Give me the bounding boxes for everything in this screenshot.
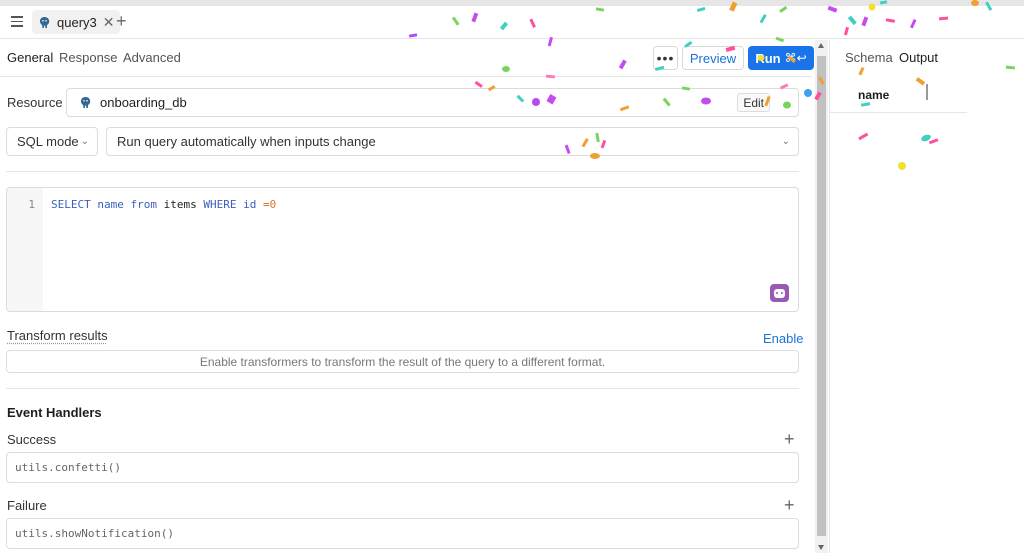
sql-mode-select[interactable]: SQL mode ⌄ [6,127,98,156]
tab-schema[interactable]: Schema [845,50,893,65]
chevron-down-icon: ⌄ [80,136,89,147]
postgres-elephant-icon [79,96,92,109]
results-panel: Schema Output name [829,40,1024,553]
success-handler-value: utils.confetti() [15,461,121,474]
sql-code-line[interactable]: SELECT name from items WHERE id =0 [51,198,276,211]
sql-keyword: WHERE [203,198,237,211]
failure-handler-value: utils.showNotification() [15,527,174,540]
transform-results-label: Transform results [7,328,108,343]
run-trigger-select[interactable]: Run query automatically when inputs chan… [106,127,799,156]
sql-keyword: from [130,198,158,211]
query-tab-label: query3 [57,14,97,30]
resource-label: Resource [7,95,63,110]
sql-mode-value: SQL mode [17,134,79,149]
enable-transform-link[interactable]: Enable [763,331,803,346]
tab-general[interactable]: General [7,50,53,65]
transform-info-box: Enable transformers to transform the res… [6,350,799,373]
query-tab[interactable]: query3 ✕ [32,10,121,34]
sql-identifier: id [243,198,257,211]
sql-number: 0 [269,198,277,211]
run-button-label: Run [755,50,781,66]
tab-advanced[interactable]: Advanced [123,50,181,65]
add-query-tab-icon[interactable]: + [116,12,127,30]
line-number-gutter: 1 [7,188,43,311]
postgres-elephant-icon [38,16,51,29]
run-shortcut: ⌘↩ [784,51,807,65]
divider [6,171,799,172]
success-label: Success [7,432,57,447]
sql-identifier: name [97,198,124,211]
resource-selector[interactable]: onboarding_db Edit [66,88,799,117]
sql-operator: = [263,198,270,211]
vertical-scrollbar[interactable] [815,40,828,553]
failure-label: Failure [7,498,47,513]
robot-icon [774,288,785,298]
query-editor-panel: General Response Advanced ••• Preview Ru… [0,40,814,553]
edit-resource-button[interactable]: Edit [737,93,770,112]
output-column-header[interactable]: name [858,88,889,102]
query-subtabs: General Response Advanced ••• Preview Ru… [0,40,814,77]
scroll-thumb[interactable] [817,56,826,536]
close-tab-icon[interactable]: ✕ [103,15,115,29]
sql-table-name: items [163,198,197,211]
success-handler-input[interactable]: utils.confetti() [6,452,799,483]
preview-button[interactable]: Preview [682,46,744,70]
column-resize-handle[interactable] [926,84,928,100]
add-failure-handler-icon[interactable]: + [784,496,795,514]
sql-code-editor[interactable]: 1 SELECT name from items WHERE id =0 [6,187,799,312]
query-tab-bar: query3 ✕ + [0,6,1024,39]
ai-assist-button[interactable] [770,284,789,302]
tab-response[interactable]: Response [59,50,118,65]
run-trigger-value: Run query automatically when inputs chan… [117,134,376,149]
chevron-down-icon: ⌄ [781,136,790,147]
line-number: 1 [28,198,35,211]
tab-output[interactable]: Output [899,50,938,65]
run-button[interactable]: Run ⌘↩ [748,46,814,70]
more-options-button[interactable]: ••• [653,46,678,70]
output-table-header: name [830,76,967,113]
transform-info-text: Enable transformers to transform the res… [199,354,606,369]
resource-name: onboarding_db [100,95,187,110]
scroll-up-arrow-icon[interactable] [818,43,824,48]
hamburger-menu-icon[interactable] [11,16,23,27]
sql-keyword: SELECT [51,198,91,211]
scroll-down-arrow-icon[interactable] [818,545,824,550]
event-handlers-title: Event Handlers [7,405,102,420]
add-success-handler-icon[interactable]: + [784,430,795,448]
divider [6,388,799,389]
failure-handler-input[interactable]: utils.showNotification() [6,518,799,549]
